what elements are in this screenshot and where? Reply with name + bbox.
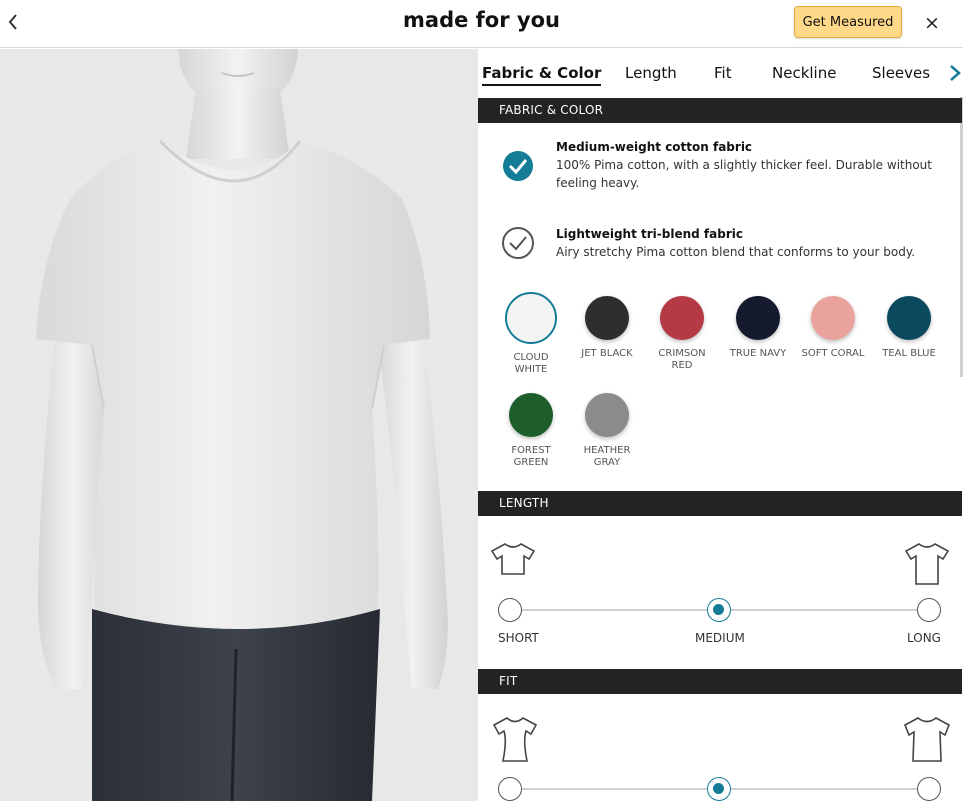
swatch-soft-coral[interactable]: SOFT CORAL [798,296,868,360]
fit-slider[interactable] [492,713,951,801]
swatch-label: CRIMSON RED [658,348,706,371]
swatch-true-navy[interactable]: TRUE NAVY [723,296,793,360]
swatch-circle [585,393,629,437]
get-measured-button[interactable]: Get Measured [794,6,902,38]
swatch-label: TRUE NAVY [729,348,787,359]
swatch-label: CLOUD WHITE [513,352,549,375]
checkmark-unselected-icon [502,227,534,259]
swatch-circle [585,296,629,340]
swatch-circle [509,393,553,437]
swatch-circle [505,292,557,344]
slider-label-long: LONG [907,631,941,645]
long-tshirt-icon [904,543,950,585]
model-preview[interactable] [0,49,478,801]
customization-panel: Fabric & Color Length Fit Neckline Sleev… [478,49,963,801]
slider-label-medium: MEDIUM [695,631,745,645]
swatch-crimson-red[interactable]: CRIMSON RED [647,296,717,372]
swatch-jet-black[interactable]: JET BLACK [572,296,642,360]
close-icon: × [924,12,940,34]
slider-knob-medium[interactable] [707,598,731,622]
fitted-tshirt-icon [492,717,538,762]
slider-label-short: SHORT [498,631,539,645]
swatch-teal-blue[interactable]: TEAL BLUE [874,296,944,360]
tab-fabric-color[interactable]: Fabric & Color [482,64,602,86]
tab-neckline[interactable]: Neckline [772,64,836,82]
swatch-label: TEAL BLUE [882,348,936,359]
fabric-option-medium[interactable]: Medium-weight cotton fabric 100% Pima co… [500,138,940,198]
relaxed-tshirt-icon [903,717,951,762]
slider-knob-regular[interactable] [707,777,731,801]
slider-knob-short[interactable] [498,598,522,622]
section-fabric-color-header: FABRIC & COLOR [478,98,962,123]
swatch-cloud-white[interactable]: CLOUD WHITE [496,292,566,376]
slider-knob-relaxed[interactable] [917,777,941,801]
tab-sleeves[interactable]: Sleeves [872,64,930,82]
fabric-option-lightweight[interactable]: Lightweight tri-blend fabric Airy stretc… [500,225,940,265]
swatch-label: JET BLACK [581,348,633,359]
section-length-header: LENGTH [478,491,962,516]
tab-bar: Fabric & Color Length Fit Neckline Sleev… [478,49,963,97]
slider-knob-fitted[interactable] [498,777,522,801]
mannequin-image [36,49,448,801]
slider-knob-long[interactable] [917,598,941,622]
fabric-option-description: Airy stretchy Pima cotton blend that con… [556,245,916,259]
swatch-circle [887,296,931,340]
short-tshirt-icon [490,543,536,575]
fabric-option-title: Lightweight tri-blend fabric [556,227,743,241]
section-fit-header: FIT [478,669,962,694]
swatch-circle [660,296,704,340]
fabric-option-title: Medium-weight cotton fabric [556,140,753,154]
swatch-heather-gray[interactable]: HEATHER GRAY [572,393,642,469]
fabric-option-description: 100% Pima cotton, with a slightly thicke… [556,158,932,190]
checkmark-selected-icon [503,151,533,181]
swatch-label: FOREST GREEN [511,445,551,468]
tab-fit[interactable]: Fit [714,64,732,82]
swatch-label: HEATHER GRAY [583,445,631,468]
swatch-circle [736,296,780,340]
swatch-forest-green[interactable]: FOREST GREEN [496,393,566,469]
header-bar: made for you Get Measured × [0,0,963,48]
chevron-right-icon[interactable] [948,62,962,84]
swatch-circle [811,296,855,340]
length-slider[interactable]: SHORT MEDIUM LONG [490,537,950,645]
tab-length[interactable]: Length [625,64,677,82]
close-button[interactable]: × [923,13,941,33]
swatch-label: SOFT CORAL [801,348,865,359]
